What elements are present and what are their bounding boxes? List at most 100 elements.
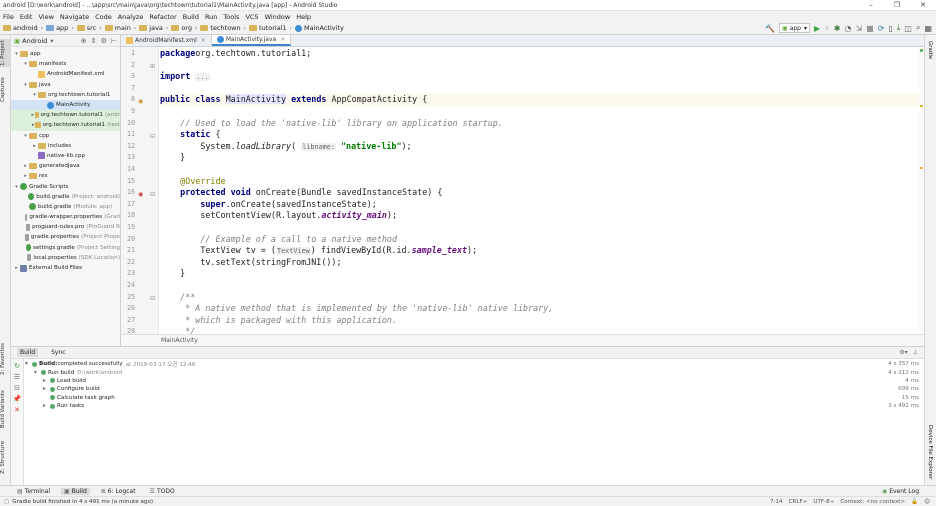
tab-build[interactable]: Build [17,348,39,357]
tree-item[interactable]: ▸ External Build Files [11,263,120,273]
run-icon[interactable]: ▶ [814,24,820,33]
warning-marker[interactable] [920,167,923,169]
chevron-down-icon[interactable]: ▾ [22,133,29,139]
profile-icon[interactable]: ◔ [844,24,851,33]
chevron-right-icon[interactable]: ▸ [22,163,29,169]
project-structure-icon[interactable]: ▦ [924,24,932,33]
tree-item[interactable]: proguard-rules.pro (ProGuard R [11,222,120,232]
bottom-tab-logcat[interactable]: ≣ 6: Logcat [98,488,139,495]
code-line[interactable] [160,222,920,234]
menu-item-build[interactable]: Build [183,13,199,21]
menu-item-code[interactable]: Code [95,13,112,21]
tab-sync[interactable]: Sync [48,348,68,357]
code-line[interactable]: super.onCreate(savedInstanceState); [160,199,920,211]
chevron-right-icon[interactable]: ▸ [43,386,50,392]
chevron-down-icon[interactable]: ▾ [13,184,20,190]
menu-item-vcs[interactable]: VCS [245,13,258,21]
editor-tab[interactable]: AndroidManifest.xml × [121,35,212,46]
code-line[interactable]: * A native method that is implemented by… [160,303,920,315]
code-line[interactable] [160,164,920,176]
gear-icon[interactable]: ⚙ [101,37,107,45]
build-tree-row[interactable]: ▾ Build: completed successfully at 2019-03… [25,360,923,368]
stop-icon[interactable]: ■ [866,24,874,33]
attach-debugger-icon[interactable]: ⇲ [855,24,862,33]
build-tree-row[interactable]: ▸ Load build 4 ms [25,377,923,385]
chevron-right-icon[interactable]: ▸ [31,143,38,149]
menu-item-help[interactable]: Help [296,13,311,21]
gear-icon[interactable]: ⚙▾ [899,349,907,356]
menu-item-navigate[interactable]: Navigate [60,13,89,21]
tree-item[interactable]: ▾ Gradle Scripts [11,181,120,191]
code-line[interactable]: tv.setText(stringFromJNI()); [160,257,920,269]
close-tab-icon[interactable]: × [280,36,285,43]
code-line[interactable] [160,83,920,95]
caret-position[interactable]: 7:14 [770,499,783,505]
editor-scrollbar[interactable] [919,47,924,334]
tree-item[interactable]: native-lib.cpp [11,151,120,161]
breadcrumb-item[interactable]: main › [104,24,136,32]
run-config-select[interactable]: ▣ app ▾ [779,23,810,33]
bottom-tab-terminal[interactable]: ▤ Terminal [14,488,53,495]
tool-tab-gradle[interactable]: Gradle [927,41,933,59]
tree-item[interactable]: ▸ org.techtown.tutorial1 (test [11,120,120,131]
project-view-select[interactable]: Android [22,37,47,45]
pin-icon[interactable]: 📌 [11,395,23,403]
tree-item[interactable]: build.gradle (Module: app) [11,202,120,212]
tree-item[interactable]: ▸ generatedJava [11,161,120,171]
tree-item[interactable]: ▾ org.techtown.tutorial1 [11,90,120,100]
code-line[interactable]: TextView tv = (TextView) findViewById(R.… [160,245,920,257]
breadcrumb-item[interactable]: org › [171,24,197,32]
code-line[interactable]: setContentView(R.layout.activity_main); [160,210,920,222]
tool-tab-project[interactable]: 1: Project [0,39,11,67]
menu-item-window[interactable]: Window [265,13,291,21]
hide-panel-icon[interactable]: ⊢ [111,37,117,45]
code-line[interactable]: */ [160,326,920,334]
code-line[interactable]: import ... [160,71,920,83]
tree-item[interactable]: ▸ res [11,171,120,181]
code-line[interactable]: public class MainActivity extends AppCom… [160,94,920,106]
lock-icon[interactable]: 🔓 [911,499,918,505]
editor-breadcrumb[interactable]: MainActivity [121,334,924,346]
sync-icon[interactable]: ⟳ [878,24,885,33]
bottom-tab-build[interactable]: ▣ Build [61,487,90,495]
editor-tab[interactable]: MainActivity.java × [211,35,292,46]
code-line[interactable]: } [160,152,920,164]
breadcrumb-item[interactable]: app › [46,24,74,32]
chevron-right-icon[interactable]: ▸ [22,173,29,179]
fold-marker-icon[interactable]: ⊟ [150,295,155,302]
chevron-down-icon[interactable]: ▾ [22,82,29,88]
search-icon[interactable]: ⌕ [916,23,920,33]
menu-item-run[interactable]: Run [205,13,217,21]
chevron-down-icon[interactable]: ▾ [25,361,32,367]
class-hierarchy-icon[interactable]: ◉ [138,98,143,105]
breadcrumb-item[interactable]: src › [76,24,102,32]
menu-item-refactor[interactable]: Refactor [149,13,176,21]
close-tab-icon[interactable]: × [201,37,206,44]
chevron-right-icon[interactable]: ▸ [31,112,35,118]
tree-item[interactable]: ▾ app [11,49,120,59]
sdk-manager-icon[interactable]: ⤓ [897,23,901,33]
maximize-button[interactable]: ❐ [884,1,910,9]
tree-item[interactable]: AndroidManifest.xml [11,69,120,79]
debug-icon[interactable]: ✱ [834,24,841,33]
fold-marker-icon[interactable]: ⊟ [150,191,155,198]
file-encoding[interactable]: UTF-8÷ [813,499,834,505]
tree-item[interactable]: ▾ manifests [11,59,120,69]
tool-tab-captures[interactable]: Captures [0,75,11,105]
code-line[interactable]: * which is packaged with this applicatio… [160,315,920,327]
close-button[interactable]: ✕ [910,1,936,9]
chevron-down-icon[interactable]: ▾ [13,51,20,57]
inspector-icon[interactable]: ☺ [924,499,930,505]
tree-item[interactable]: ▸ org.techtown.tutorial1 (andr [11,110,120,121]
context-indicator[interactable]: Context: <no context> [840,499,905,505]
avd-manager-icon[interactable]: ▯ [888,24,892,33]
breadcrumb-item[interactable]: MainActivity [295,24,344,32]
tree-item[interactable]: build.gradle (Project: android) [11,192,120,202]
override-icon[interactable]: ◉ [138,191,143,198]
chevron-right-icon[interactable]: ▸ [13,265,20,271]
menu-item-edit[interactable]: Edit [20,13,33,21]
rerun-icon[interactable]: ↻ [11,362,23,370]
toggle-view-icon[interactable]: ⊟ [11,384,23,392]
menu-item-file[interactable]: File [3,13,14,21]
tree-item[interactable]: ▾ java [11,80,120,90]
